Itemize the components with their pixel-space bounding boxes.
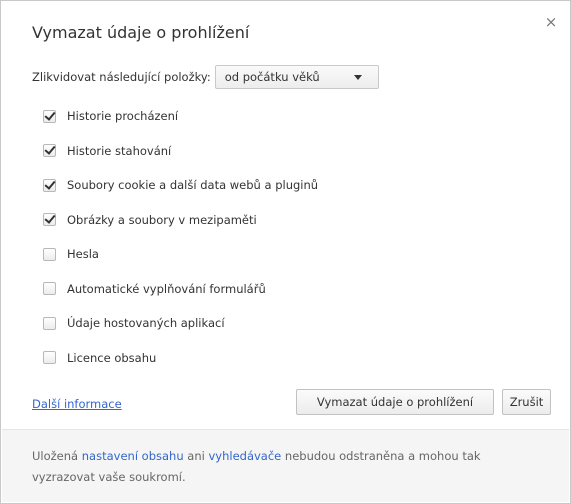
checkbox[interactable] xyxy=(43,351,56,365)
item-autofill[interactable]: Automatické vyplňování formulářů xyxy=(43,272,318,307)
dialog-title: Vymazat údaje o prohlížení xyxy=(32,23,250,42)
checkbox[interactable] xyxy=(43,282,56,296)
item-content-licenses[interactable]: Licence obsahu xyxy=(43,341,318,376)
item-label: Údaje hostovaných aplikací xyxy=(67,316,225,331)
dialog-footer: Uložená nastavení obsahu ani vyhledávače… xyxy=(2,429,569,502)
checkbox[interactable] xyxy=(43,316,56,330)
content-settings-link[interactable]: nastavení obsahu xyxy=(82,449,184,463)
time-range-label: Zlikvidovat následující položky: xyxy=(32,70,211,84)
footer-note: Uložená nastavení obsahu ani vyhledávače… xyxy=(32,446,502,488)
item-label: Automatické vyplňování formulářů xyxy=(67,281,266,296)
checkbox[interactable] xyxy=(43,178,56,192)
search-engines-link[interactable]: vyhledávače xyxy=(208,449,281,463)
item-label: Historie stahování xyxy=(67,143,172,158)
item-hosted-app-data[interactable]: Údaje hostovaných aplikací xyxy=(43,306,318,341)
footer-text-part: Uložená xyxy=(32,449,82,463)
checkbox[interactable] xyxy=(43,144,56,158)
item-label: Hesla xyxy=(67,247,99,262)
item-browsing-history[interactable]: Historie procházení xyxy=(43,99,318,134)
footer-text-part: ani xyxy=(183,449,209,463)
time-range-select[interactable]: od počátku věků xyxy=(214,65,379,89)
item-cookies[interactable]: Soubory cookie a další data webů a plugi… xyxy=(43,168,318,203)
item-passwords[interactable]: Hesla xyxy=(43,237,318,272)
checkbox[interactable] xyxy=(43,247,56,261)
item-label: Licence obsahu xyxy=(67,350,157,365)
item-cached-images[interactable]: Obrázky a soubory v mezipaměti xyxy=(43,203,318,238)
clear-browsing-data-button[interactable]: Vymazat údaje o prohlížení xyxy=(296,389,494,415)
item-label: Obrázky a soubory v mezipaměti xyxy=(67,212,257,227)
time-range-row: Zlikvidovat následující položky: od počá… xyxy=(32,64,379,90)
item-label: Historie procházení xyxy=(67,109,179,124)
clear-browsing-data-dialog: × Vymazat údaje o prohlížení Zlikvidovat… xyxy=(0,0,571,504)
checkbox[interactable] xyxy=(43,109,56,123)
cancel-button[interactable]: Zrušit xyxy=(502,389,551,415)
item-label: Soubory cookie a další data webů a plugi… xyxy=(67,178,319,193)
clear-items-list: Historie procházení Historie stahování S… xyxy=(43,99,318,375)
close-icon[interactable]: × xyxy=(544,15,558,30)
item-download-history[interactable]: Historie stahování xyxy=(43,134,318,169)
time-range-selected-value: od počátku věků xyxy=(224,70,320,84)
checkbox[interactable] xyxy=(43,213,56,227)
dropdown-arrow-icon xyxy=(353,75,362,80)
more-info-link[interactable]: Další informace xyxy=(32,397,122,411)
